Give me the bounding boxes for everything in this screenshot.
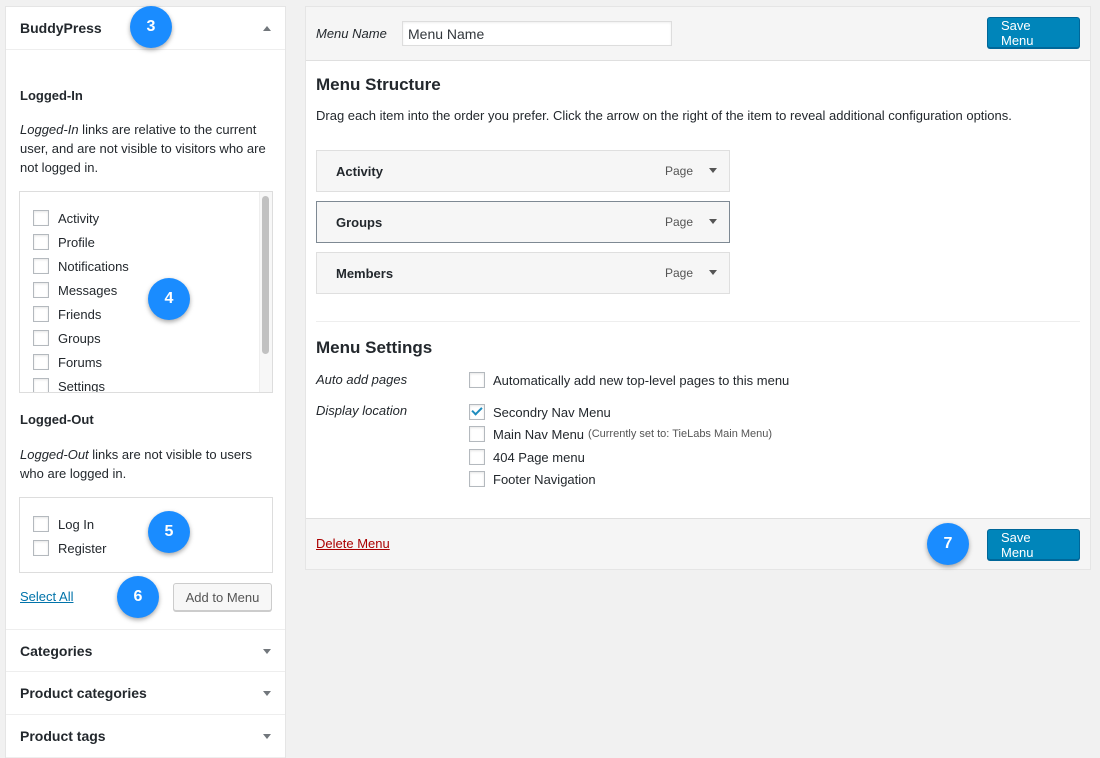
checkbox[interactable]: [33, 210, 49, 226]
list-item[interactable]: Settings: [33, 376, 105, 392]
categories-section-header[interactable]: Categories: [6, 629, 285, 672]
buddypress-section-title: BuddyPress: [20, 20, 102, 36]
menu-items-panel: BuddyPress Logged-In Logged-In links are…: [5, 6, 286, 758]
location-option-main-nav[interactable]: Main Nav Menu (Currently set to: TieLabs…: [469, 425, 772, 443]
menu-footer-bar: Delete Menu Save Menu: [306, 518, 1090, 569]
save-menu-button-top[interactable]: Save Menu: [987, 17, 1080, 48]
logged-in-description: Logged-In links are relative to the curr…: [20, 122, 266, 175]
scrollbar-thumb[interactable]: [262, 196, 269, 354]
logged-out-items-list[interactable]: Log In Register: [19, 497, 273, 573]
chevron-down-icon[interactable]: [709, 168, 717, 173]
logged-in-heading: Logged-In: [20, 88, 83, 103]
checkbox[interactable]: [469, 372, 485, 388]
list-item[interactable]: Profile: [33, 232, 95, 252]
chevron-down-icon[interactable]: [263, 649, 271, 654]
section-title: Product categories: [20, 685, 147, 701]
location-option-404[interactable]: 404 Page menu: [469, 448, 585, 466]
logged-out-heading: Logged-Out: [20, 412, 94, 427]
menu-editor-panel: Menu Name Save Menu Menu Structure Drag …: [305, 6, 1091, 570]
auto-add-label: Auto add pages: [316, 372, 408, 387]
menu-item-groups[interactable]: Groups Page: [316, 201, 730, 243]
product-tags-section-header[interactable]: Product tags: [6, 715, 285, 758]
location-option-footer[interactable]: Footer Navigation: [469, 470, 596, 488]
save-menu-button-bottom[interactable]: Save Menu: [987, 529, 1080, 560]
logged-in-items-list[interactable]: Activity Profile Notifications Messages …: [19, 191, 273, 393]
menu-structure-title: Menu Structure: [316, 75, 441, 94]
checkbox[interactable]: [33, 234, 49, 250]
menu-header-bar: Menu Name Save Menu: [306, 7, 1090, 61]
auto-add-option[interactable]: Automatically add new top-level pages to…: [469, 371, 789, 389]
list-item[interactable]: Notifications: [33, 256, 129, 276]
menu-structure-description: Drag each item into the order you prefer…: [316, 108, 1012, 123]
checkbox[interactable]: [33, 282, 49, 298]
chevron-up-icon[interactable]: [263, 26, 271, 31]
menu-name-input[interactable]: [402, 21, 672, 46]
product-categories-section-header[interactable]: Product categories: [6, 672, 285, 715]
checkbox[interactable]: [33, 516, 49, 532]
delete-menu-link[interactable]: Delete Menu: [316, 536, 390, 551]
callout-badge-7: 7: [927, 523, 969, 565]
chevron-down-icon[interactable]: [263, 691, 271, 696]
divider: [316, 321, 1080, 322]
list-item[interactable]: Groups: [33, 328, 101, 348]
list-item[interactable]: Friends: [33, 304, 101, 324]
checkbox-checked[interactable]: [469, 404, 485, 420]
select-all-link[interactable]: Select All: [20, 589, 73, 604]
chevron-down-icon[interactable]: [263, 734, 271, 739]
menu-item-activity[interactable]: Activity Page: [316, 150, 730, 192]
checkbox[interactable]: [33, 540, 49, 556]
list-item[interactable]: Log In: [33, 514, 94, 534]
checkbox[interactable]: [469, 449, 485, 465]
section-title: Product tags: [20, 728, 106, 744]
callout-badge-3: 3: [130, 6, 172, 48]
checkbox[interactable]: [33, 258, 49, 274]
checkmark-icon: [471, 404, 483, 416]
add-to-menu-button[interactable]: Add to Menu: [173, 583, 272, 611]
location-option-secondry-nav[interactable]: Secondry Nav Menu: [469, 403, 611, 421]
chevron-down-icon[interactable]: [709, 270, 717, 275]
checkbox[interactable]: [33, 378, 49, 392]
checkbox[interactable]: [469, 426, 485, 442]
list-item[interactable]: Forums: [33, 352, 102, 372]
list-item[interactable]: Register: [33, 538, 106, 558]
section-title: Categories: [20, 643, 93, 659]
logged-out-description: Logged-Out links are not visible to user…: [20, 447, 252, 481]
checkbox[interactable]: [33, 306, 49, 322]
checkbox[interactable]: [469, 471, 485, 487]
callout-badge-6: 6: [117, 576, 159, 618]
checkbox[interactable]: [33, 354, 49, 370]
callout-badge-5: 5: [148, 511, 190, 553]
callout-badge-4: 4: [148, 278, 190, 320]
checkbox[interactable]: [33, 330, 49, 346]
chevron-down-icon[interactable]: [709, 219, 717, 224]
list-item[interactable]: Messages: [33, 280, 117, 300]
list-item[interactable]: Activity: [33, 208, 99, 228]
menu-item-members[interactable]: Members Page: [316, 252, 730, 294]
display-location-label: Display location: [316, 403, 408, 418]
menu-name-label: Menu Name: [316, 26, 387, 41]
menu-settings-title: Menu Settings: [316, 338, 433, 357]
scrollbar-track[interactable]: [259, 192, 272, 392]
